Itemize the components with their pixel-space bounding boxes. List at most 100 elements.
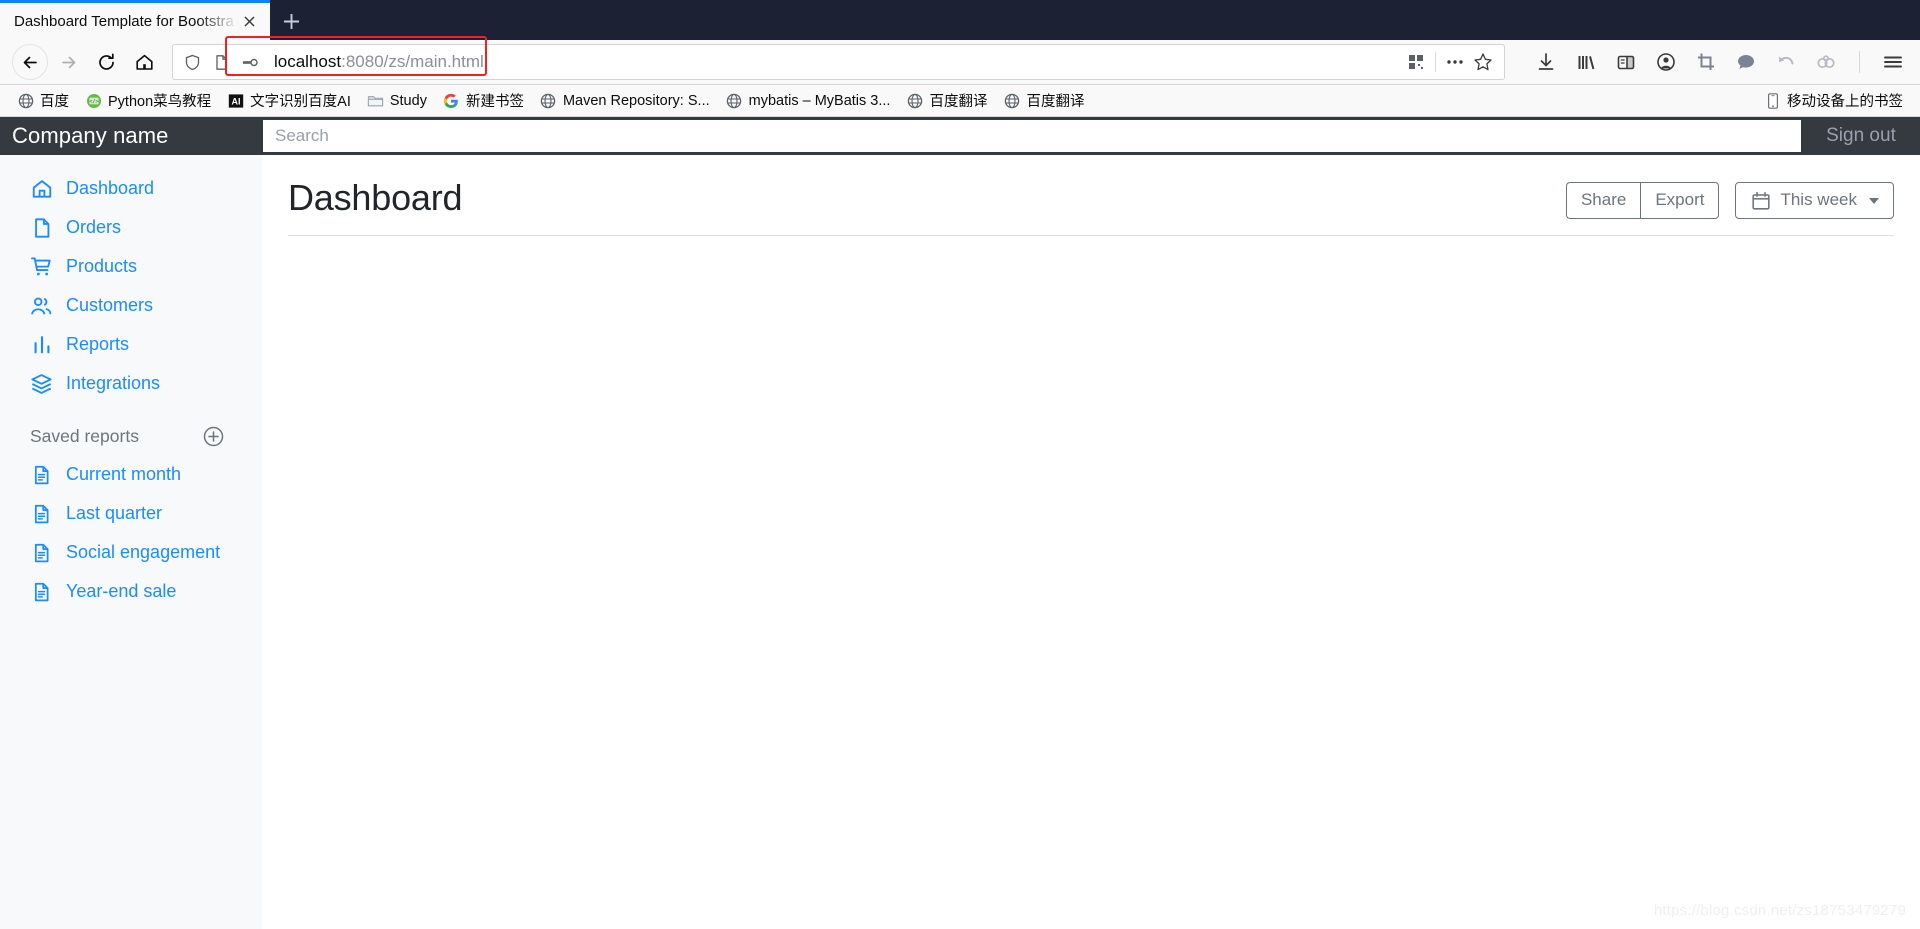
close-icon[interactable]	[238, 11, 260, 33]
globe-icon	[726, 92, 743, 109]
bookmark-label: 百度翻译	[1026, 94, 1085, 110]
page-title: Dashboard	[288, 177, 463, 218]
bookmark-label: mybatis – MyBatis 3...	[748, 92, 891, 109]
mobile-bookmarks-label: 移动设备上的书签	[1787, 94, 1903, 110]
hamburger-menu-icon[interactable]	[1878, 47, 1908, 77]
reload-icon[interactable]	[88, 44, 124, 80]
library-icon[interactable]	[1571, 47, 1601, 77]
sync-rings-icon	[1811, 47, 1841, 77]
file-icon	[30, 216, 53, 239]
saved-report-last-quarter[interactable]: Last quarter	[0, 494, 262, 533]
page-header: Dashboard Share Export This week	[288, 155, 1894, 236]
sign-out-link[interactable]: Sign out	[1802, 117, 1920, 155]
bookmark-label: Maven Repository: S...	[562, 92, 710, 109]
bookmark-item[interactable]: 百度翻译	[899, 87, 994, 114]
search-input[interactable]	[262, 119, 1802, 153]
file-text-icon	[30, 463, 53, 486]
globe-icon	[1003, 92, 1020, 109]
sidebar-item-reports[interactable]: Reports	[0, 325, 262, 364]
url-host: localhost	[274, 52, 342, 71]
sidebar-item-dashboard[interactable]: Dashboard	[0, 169, 262, 208]
globe-icon	[17, 92, 34, 109]
forward-arrow-icon	[50, 44, 86, 80]
sidebar: Dashboard Orders Products Customers Repo…	[0, 155, 262, 929]
bookmark-star-icon[interactable]	[1470, 49, 1496, 75]
account-icon[interactable]	[1651, 47, 1681, 77]
home-icon	[30, 177, 53, 200]
bookmark-item[interactable]: </> Python菜鸟教程	[78, 87, 218, 114]
page-body: Dashboard Orders Products Customers Repo…	[0, 155, 1920, 929]
brand-title[interactable]: Company name	[0, 117, 262, 155]
sidebar-item-label: Customers	[66, 294, 154, 315]
search-container	[262, 117, 1802, 155]
chevron-down-icon	[1869, 197, 1879, 204]
bookmark-item[interactable]: mybatis – MyBatis 3...	[719, 89, 898, 112]
saved-report-year-end-sale[interactable]: Year-end sale	[0, 572, 262, 611]
mobile-icon	[1764, 92, 1781, 109]
navigation-toolbar: localhost:8080/zs/main.html	[0, 36, 1920, 85]
bookmark-label: Study	[389, 92, 427, 109]
page-info-icon[interactable]	[208, 49, 234, 75]
sidebar-item-label: Reports	[66, 333, 130, 354]
folder-icon	[367, 92, 384, 109]
sidebar-item-label: Dashboard	[66, 177, 155, 198]
sidebar-toggle-icon[interactable]	[1611, 47, 1641, 77]
sidebar-item-label: Year-end sale	[66, 580, 177, 601]
home-icon[interactable]	[126, 44, 162, 80]
svg-text:AI: AI	[231, 96, 240, 106]
bookmark-item[interactable]: 百度	[10, 87, 76, 114]
browser-window: Dashboard Template for Bootstra localhos…	[0, 0, 1920, 929]
bookmark-item[interactable]: AI 文字识别百度AI	[220, 87, 358, 114]
saved-reports-label: Saved reports	[30, 425, 139, 446]
share-export-group: Share Export	[1565, 182, 1720, 219]
bookmark-label: Python菜鸟教程	[108, 94, 212, 110]
qr-code-icon[interactable]	[1403, 49, 1429, 75]
more-options-icon[interactable]	[1442, 49, 1468, 75]
sidebar-item-label: Products	[66, 255, 138, 276]
tab-strip: Dashboard Template for Bootstra	[0, 0, 1920, 40]
download-icon[interactable]	[1531, 47, 1561, 77]
shield-icon[interactable]	[179, 49, 205, 75]
url-path: :8080/zs/main.html	[341, 52, 484, 71]
url-text: localhost:8080/zs/main.html	[266, 52, 1400, 72]
bookmarks-bar: 百度 </> Python菜鸟教程 AI 文字识别百度AI Study 新建书签	[0, 85, 1920, 117]
sidebar-item-products[interactable]: Products	[0, 247, 262, 286]
chat-bubble-icon[interactable]	[1731, 47, 1761, 77]
bookmark-item[interactable]: 新建书签	[436, 87, 531, 114]
browser-toolbar-icons	[1515, 47, 1908, 77]
date-range-dropdown[interactable]: This week	[1735, 182, 1894, 219]
bookmark-item[interactable]: Maven Repository: S...	[533, 89, 717, 112]
users-icon	[30, 294, 53, 317]
main-content: Dashboard Share Export This week https:/…	[262, 155, 1920, 929]
saved-report-social-engagement[interactable]: Social engagement	[0, 533, 262, 572]
add-report-icon[interactable]	[202, 425, 224, 447]
permissions-icon[interactable]	[237, 49, 263, 75]
calendar-icon	[1750, 190, 1771, 211]
bookmark-label: 文字识别百度AI	[250, 94, 351, 110]
bookmark-item[interactable]: Study	[360, 89, 434, 112]
share-button[interactable]: Share	[1565, 182, 1641, 219]
file-text-icon	[30, 541, 53, 564]
sidebar-item-label: Orders	[66, 216, 122, 237]
address-bar[interactable]: localhost:8080/zs/main.html	[172, 44, 1505, 80]
saved-report-current-month[interactable]: Current month	[0, 455, 262, 494]
browser-tab[interactable]: Dashboard Template for Bootstra	[0, 3, 270, 40]
app-topbar: Company name Sign out	[0, 117, 1920, 155]
bar-chart-icon	[30, 333, 53, 356]
export-button[interactable]: Export	[1640, 182, 1720, 219]
globe-icon	[540, 92, 557, 109]
tab-title: Dashboard Template for Bootstra	[14, 13, 234, 30]
google-icon	[443, 92, 460, 109]
bookmark-label: 新建书签	[465, 94, 524, 110]
bookmark-item[interactable]: 百度翻译	[996, 87, 1091, 114]
sidebar-item-customers[interactable]: Customers	[0, 286, 262, 325]
sidebar-item-orders[interactable]: Orders	[0, 208, 262, 247]
back-arrow-icon[interactable]	[12, 44, 48, 80]
shopping-cart-icon	[30, 255, 53, 278]
new-tab-icon[interactable]	[270, 3, 312, 40]
screenshot-crop-icon[interactable]	[1691, 47, 1721, 77]
mobile-bookmarks-item[interactable]: 移动设备上的书签	[1757, 87, 1910, 114]
bookmark-label: 百度	[40, 94, 69, 110]
sidebar-item-integrations[interactable]: Integrations	[0, 364, 262, 403]
header-actions: Share Export This week	[1565, 177, 1894, 219]
